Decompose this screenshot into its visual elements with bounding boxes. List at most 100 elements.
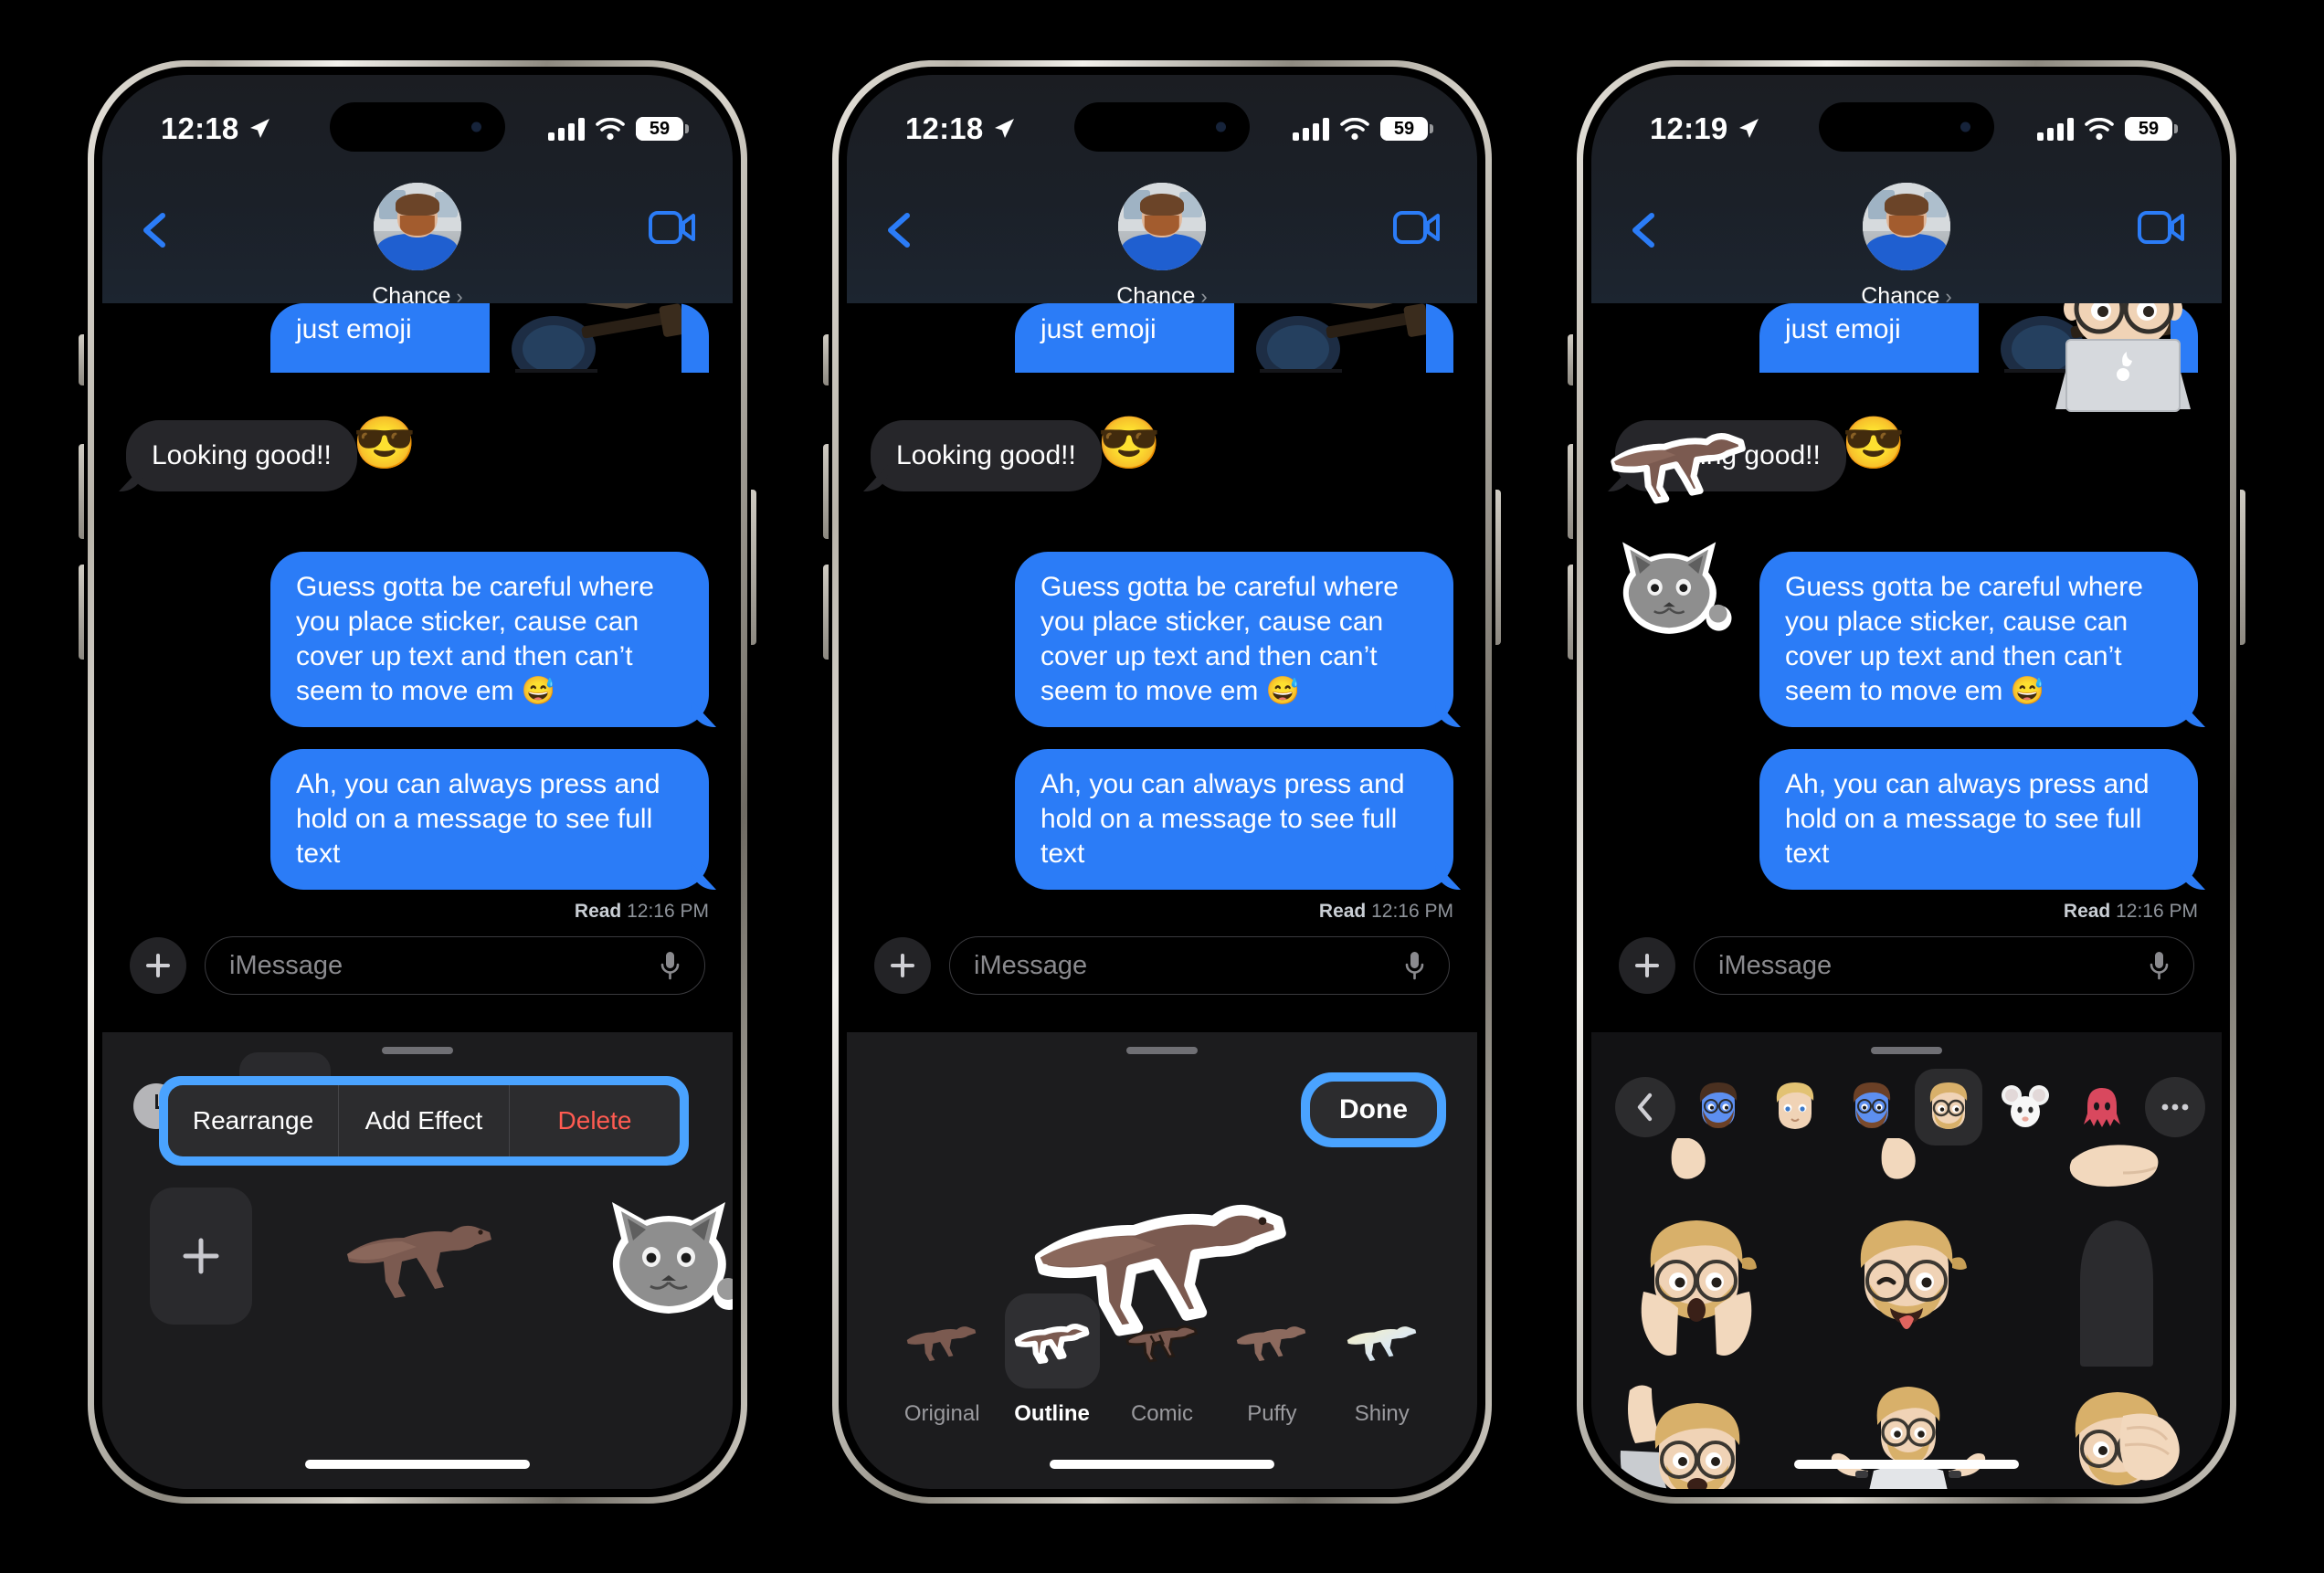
effect-thumb-shiny [1335,1293,1430,1388]
avatar[interactable] [1863,183,1950,270]
message-text: just emoji [1785,314,1901,344]
memoji-tab-blue-beard[interactable] [1685,1069,1752,1145]
chevron-right-icon: › [1200,284,1208,308]
home-indicator[interactable] [1050,1460,1274,1469]
effect-option-shiny[interactable]: Shiny [1331,1293,1433,1427]
back-button[interactable] [1624,210,1664,250]
facetime-button[interactable] [1393,210,1441,245]
attachment-plus-button[interactable] [874,937,931,994]
attachment-plus-button[interactable] [1619,937,1675,994]
memoji-back-button[interactable] [1615,1077,1675,1137]
effect-option-puffy[interactable]: Puffy [1220,1293,1323,1427]
memoji-silhouette-placeholder[interactable] [2055,1208,2179,1368]
incoming-message-row: Looking good!! 😎 [126,414,709,491]
photo-message[interactable]: just emoji [126,303,709,373]
back-button[interactable] [135,210,175,250]
context-menu-item-add-effect[interactable]: Add Effect [339,1085,510,1156]
volume-down-button[interactable] [79,565,84,660]
memoji-more-button[interactable] [2145,1077,2205,1137]
cat-sticker[interactable] [592,1188,733,1325]
phone-2: Chance › 12:18 59 just emoji Looking goo… [823,60,1501,1504]
memoji-hand-top-left[interactable] [1657,1138,1736,1188]
message-placeholder: iMessage [229,950,343,980]
drawer-grabber[interactable] [1126,1047,1198,1054]
sunglasses-emoji-sticker[interactable]: 😎 [1842,413,1906,473]
add-sticker-button[interactable] [150,1188,252,1325]
cat-sticker-outline[interactable] [1606,530,1734,643]
status-time: 12:19 [1650,111,1728,145]
volume-up-button[interactable] [79,444,84,539]
phone-1-screen: Chance › 12:18 59 just emoji Looking goo… [102,75,733,1489]
avatar[interactable] [1118,183,1206,270]
memoji-tab-blue-face[interactable] [1838,1069,1906,1145]
effect-thumb-outline [1004,1293,1100,1388]
effect-option-original[interactable]: Original [891,1293,993,1427]
message-bubble[interactable]: Guess gotta be careful where you place s… [270,552,709,727]
facetime-button[interactable] [2138,210,2185,245]
message-input-field[interactable]: iMessage [949,936,1450,995]
message-bubble[interactable]: Looking good!! [871,420,1102,491]
effect-option-comic[interactable]: Comic [1111,1293,1213,1427]
back-button[interactable] [880,210,920,250]
memoji-shrug[interactable] [1824,1383,1989,1489]
drawer-grabber[interactable] [382,1047,453,1054]
context-menu-item-rearrange[interactable]: Rearrange [168,1085,339,1156]
effect-option-outline[interactable]: Outline [1001,1293,1104,1427]
microphone-icon[interactable] [659,950,681,981]
message-bubble[interactable]: Ah, you can always press and hold on a m… [1015,749,1453,890]
volume-down-button[interactable] [1568,565,1573,660]
power-button[interactable] [751,490,756,645]
message-bubble[interactable]: Ah, you can always press and hold on a m… [1759,749,2198,890]
memoji-tab-glasses-beard[interactable] [1915,1069,1982,1145]
memoji-hand-top-mid[interactable] [1867,1138,1946,1188]
message-text: Guess gotta be careful where you place s… [1785,572,2143,706]
facetime-button[interactable] [649,210,696,245]
home-indicator[interactable] [1794,1460,2019,1469]
message-bubble[interactable]: Ah, you can always press and hold on a m… [270,749,709,890]
done-button-highlight: Done [1301,1072,1446,1147]
contact-name-button[interactable]: Chance › [372,283,463,310]
message-input-field[interactable]: iMessage [205,936,705,995]
memoji-wave[interactable] [1619,1374,1774,1489]
power-button[interactable] [2240,490,2245,645]
silent-switch[interactable] [823,334,829,385]
volume-down-button[interactable] [823,565,829,660]
message-text: Looking good!! [896,440,1076,470]
home-indicator[interactable] [305,1460,530,1469]
memoji-tongue-wink[interactable] [1833,1208,1980,1368]
silent-switch[interactable] [79,334,84,385]
drawer-grabber[interactable] [1871,1047,1942,1054]
done-button[interactable]: Done [1310,1082,1437,1138]
avatar[interactable] [374,183,461,270]
contact-name-button[interactable]: Chance › [1116,283,1208,310]
memoji-point-top-right[interactable] [2066,1142,2167,1202]
volume-up-button[interactable] [823,444,829,539]
contact-name: Chance [1116,283,1196,309]
power-button[interactable] [1495,490,1501,645]
message-bubble[interactable]: Looking good!! [126,420,357,491]
dinosaur-sticker[interactable] [338,1201,502,1311]
sunglasses-emoji-sticker[interactable]: 😎 [1097,413,1161,473]
memoji-tab-blonde-kid[interactable] [1761,1069,1829,1145]
contact-name-button[interactable]: Chance › [1861,283,1952,310]
context-menu-item-delete[interactable]: Delete [510,1085,680,1156]
dynamic-island [1819,102,1994,152]
attachment-plus-button[interactable] [130,937,186,994]
cellular-bars-icon [548,118,585,141]
volume-up-button[interactable] [1568,444,1573,539]
status-indicators: 59 [548,111,689,141]
memoji-tab-mouse[interactable] [1991,1069,2059,1145]
phone-1: Chance › 12:18 59 just emoji Looking goo… [79,60,756,1504]
memoji-tab-octopus[interactable] [2068,1069,2136,1145]
memoji-shocked[interactable] [1623,1208,1769,1368]
sunglasses-emoji-sticker[interactable]: 😎 [353,413,417,473]
microphone-icon[interactable] [2148,950,2170,981]
memoji-facepalm[interactable] [2039,1374,2194,1489]
silent-switch[interactable] [1568,334,1573,385]
message-input-field[interactable]: iMessage [1694,936,2194,995]
dinosaur-sticker-outline[interactable] [1606,413,1752,513]
photo-message[interactable]: just emoji [871,303,1453,373]
message-bubble[interactable]: Guess gotta be careful where you place s… [1015,552,1453,727]
microphone-icon[interactable] [1403,950,1425,981]
message-bubble[interactable]: Guess gotta be careful where you place s… [1759,552,2198,727]
